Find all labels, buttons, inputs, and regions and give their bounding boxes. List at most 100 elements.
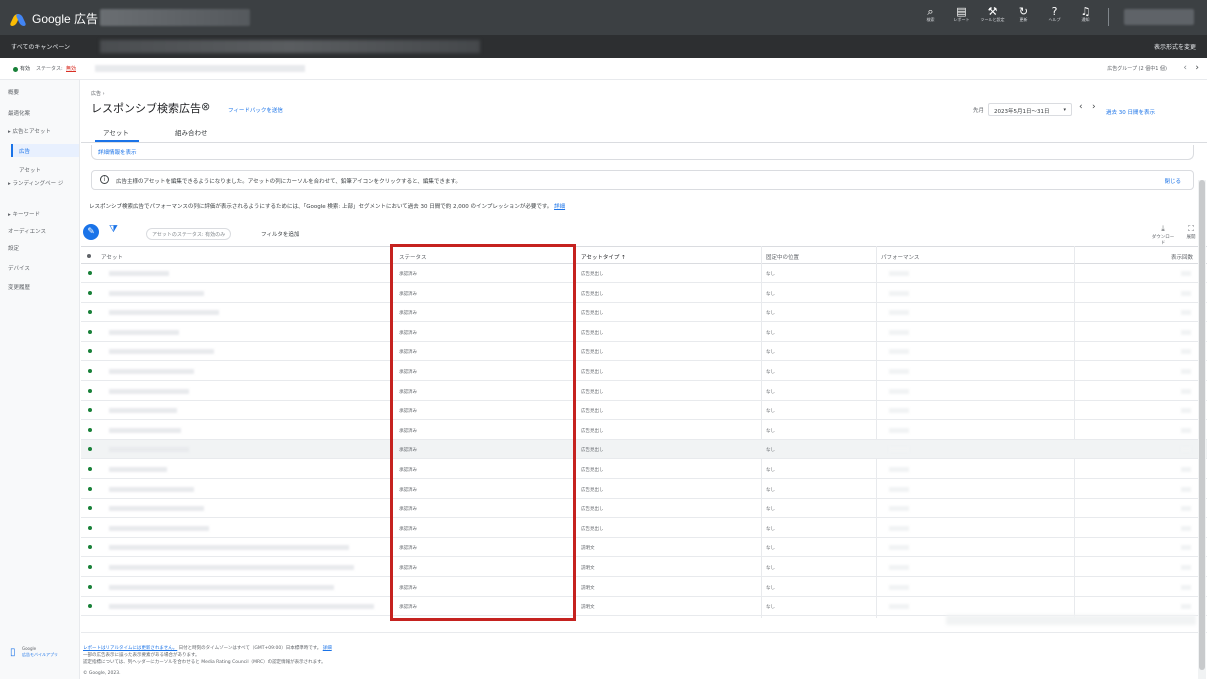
search-button[interactable]: ⌕ 検索 <box>918 6 943 22</box>
tools-button[interactable]: ⚒ ツールと設定 <box>980 6 1005 22</box>
table-row[interactable]: 承認済み 広告見出し なし <box>81 460 1207 479</box>
divider <box>81 142 1207 143</box>
add-filter-button[interactable]: フィルタを追加 <box>261 230 299 238</box>
sidebar-item-9[interactable]: デバイス <box>8 264 30 272</box>
table-row[interactable]: 承認済み 広告見出し なし <box>81 519 1207 538</box>
google-ads-logo[interactable]: Google 広告 <box>9 10 98 27</box>
asset-text-redacted[interactable] <box>109 349 214 355</box>
sidebar-item-4[interactable]: アセット <box>19 166 41 174</box>
asset-text-redacted[interactable] <box>109 565 354 570</box>
sidebar-item-8[interactable]: 設定 <box>8 244 19 252</box>
footer-details-link[interactable]: 詳細 <box>323 646 332 651</box>
asset-type-cell: 広告見出し <box>581 311 604 317</box>
sidebar-item-7[interactable]: オーディエンス <box>8 227 46 235</box>
performance-redacted <box>889 329 909 335</box>
sidebar-item-5[interactable]: ▸ ランディングペー ジ <box>8 181 74 188</box>
edit-pencil-icon[interactable]: ✎ <box>83 224 99 240</box>
help-button[interactable]: ? ヘルプ <box>1042 6 1067 22</box>
asset-text-redacted[interactable] <box>109 545 349 551</box>
campaign-path-redacted[interactable] <box>100 40 480 53</box>
asset-text-redacted[interactable] <box>109 310 219 316</box>
table-row[interactable]: 承認済み 広告見出し なし <box>81 323 1207 342</box>
performance-redacted <box>889 271 909 276</box>
performance-note-link[interactable]: 詳細 <box>554 204 565 210</box>
mobile-app-promo[interactable]: ▯ Google 広告モバイルアプリ <box>0 633 80 679</box>
table-row[interactable]: 承認済み 説明文 なし <box>81 558 1207 577</box>
table-row[interactable]: 承認済み 広告見出し なし <box>81 362 1207 381</box>
performance-redacted <box>889 565 909 570</box>
asset-text-redacted[interactable] <box>109 584 334 590</box>
asset-text-redacted[interactable] <box>109 506 204 512</box>
column-header-impressions[interactable]: 表示回数 <box>1171 253 1193 261</box>
asset-text-redacted[interactable] <box>109 467 167 472</box>
status-value[interactable]: 無効 <box>66 65 76 72</box>
pinned-cell: なし <box>766 507 775 513</box>
performance-redacted <box>889 525 909 531</box>
mobile-app-line2[interactable]: 広告モバイルアプリ <box>22 652 58 658</box>
asset-text-redacted[interactable] <box>109 408 177 414</box>
table-row[interactable]: 承認済み 広告見出し なし <box>81 342 1207 362</box>
sidebar-item-0[interactable]: 概要 <box>8 88 19 96</box>
table-row[interactable]: 承認済み 広告見出し なし <box>81 499 1207 519</box>
table-row[interactable]: 承認済み 広告見出し なし <box>81 480 1207 499</box>
account-name-redacted[interactable] <box>100 9 250 26</box>
display-settings-button[interactable]: 表示形式を変更 <box>1154 42 1196 51</box>
prev-period-button[interactable]: ‹ <box>1079 102 1083 112</box>
table-row[interactable]: 承認済み 広告見出し なし <box>81 440 1207 460</box>
asset-text-redacted[interactable] <box>109 329 179 335</box>
footer-realtime-link[interactable]: レポートはリアルタイムには更新されません。 <box>83 646 177 651</box>
feedback-link[interactable]: フィードバックを送信 <box>228 106 283 114</box>
download-button[interactable]: ⤓ ダウンロード <box>1151 224 1175 246</box>
table-row[interactable]: 承認済み 広告見出し なし <box>81 303 1207 323</box>
show-details-link[interactable]: 詳細情報を表示 <box>98 148 137 156</box>
table-row[interactable]: 承認済み 説明文 なし <box>81 578 1207 597</box>
user-account-redacted[interactable] <box>1124 9 1194 25</box>
next-period-button[interactable]: › <box>1092 102 1096 112</box>
asset-text-redacted[interactable] <box>109 427 181 433</box>
asset-text-redacted[interactable] <box>109 486 194 492</box>
last-30-days-link[interactable]: 過去 30 日間を表示 <box>1106 108 1155 116</box>
column-header-performance[interactable]: パフォーマンス <box>881 253 919 261</box>
table-row[interactable]: 承認済み 説明文 なし <box>81 597 1207 617</box>
scrollbar-thumb[interactable] <box>1199 180 1205 670</box>
column-header-asset[interactable]: アセット <box>101 253 123 261</box>
status-filter-chip[interactable]: アセットのステータス: 有効のみ <box>146 228 232 240</box>
vertical-scrollbar[interactable] <box>1198 180 1206 679</box>
close-icon[interactable]: ⊗ <box>201 100 210 113</box>
sidebar-item-3[interactable]: 広告 <box>19 147 30 155</box>
sidebar-item-10[interactable]: 変更履歴 <box>8 283 30 291</box>
report-button[interactable]: ▤ レポート <box>949 6 974 22</box>
tab-combinations[interactable]: 組み合わせ <box>175 127 208 137</box>
table-row[interactable]: 承認済み 広告見出し なし <box>81 284 1207 303</box>
asset-text-redacted[interactable] <box>109 290 204 296</box>
prev-ad-group-button[interactable]: ‹ <box>1183 63 1187 73</box>
impressions-redacted <box>1181 486 1191 492</box>
sidebar-item-1[interactable]: 最適化案 <box>8 109 30 117</box>
bell-button[interactable]: ♫ 通知 <box>1073 6 1098 22</box>
asset-text-redacted[interactable] <box>109 525 209 531</box>
asset-text-redacted[interactable] <box>109 447 189 453</box>
breadcrumb[interactable]: 広告 › <box>91 90 105 97</box>
asset-text-redacted[interactable] <box>109 271 169 276</box>
table-row[interactable]: 承認済み 広告見出し なし <box>81 421 1207 440</box>
column-header-pinned[interactable]: 固定中の位置 <box>766 253 799 261</box>
date-range-picker[interactable]: 2023年5月1日〜31日 ▾ <box>988 103 1072 116</box>
sidebar-item-2[interactable]: ▸ 広告とアセット <box>8 127 51 135</box>
table-row[interactable]: 承認済み 広告見出し なし <box>81 401 1207 421</box>
asset-type-cell: 広告見出し <box>581 526 604 532</box>
filter-icon[interactable]: ⧩ <box>109 224 118 235</box>
tab-assets[interactable]: アセット <box>103 127 129 137</box>
close-banner-button[interactable]: 閉じる <box>1164 177 1181 185</box>
all-campaigns-link[interactable]: すべてのキャンペーン <box>11 42 70 51</box>
asset-text-redacted[interactable] <box>109 604 374 610</box>
pagination-redacted[interactable] <box>946 615 1196 625</box>
sidebar-item-6[interactable]: ▸ キーワード <box>8 210 40 218</box>
next-ad-group-button[interactable]: › <box>1195 63 1199 73</box>
asset-text-redacted[interactable] <box>109 369 194 374</box>
column-header-asset-type[interactable]: アセットタイプ ↑ <box>581 253 626 261</box>
table-row[interactable]: 承認済み 広告見出し なし <box>81 264 1207 283</box>
table-row[interactable]: 承認済み 広告見出し なし <box>81 382 1207 401</box>
asset-text-redacted[interactable] <box>109 388 189 394</box>
table-row[interactable]: 承認済み 説明文 なし <box>81 538 1207 558</box>
refresh-button[interactable]: ↻ 更新 <box>1011 6 1036 22</box>
